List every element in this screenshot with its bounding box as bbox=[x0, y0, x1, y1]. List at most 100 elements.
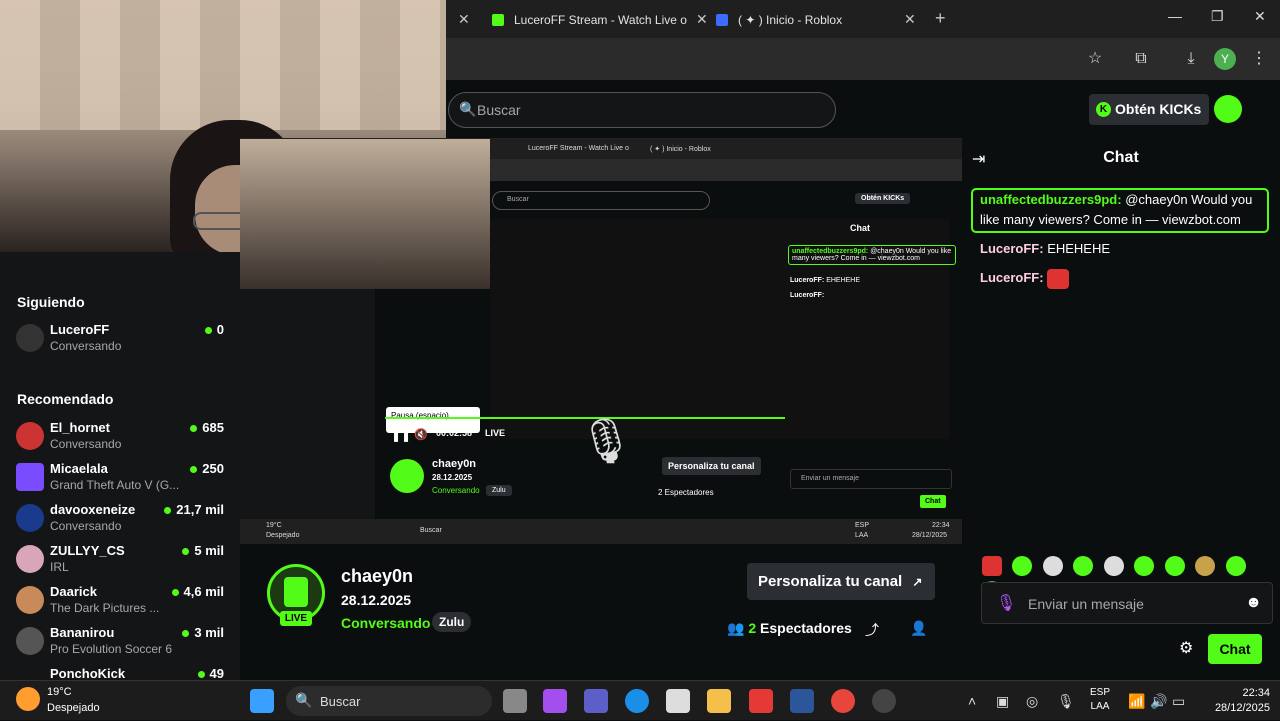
emote-icon[interactable] bbox=[1134, 556, 1155, 576]
chat-username[interactable]: LuceroFF: bbox=[980, 241, 1044, 256]
new-tab-button[interactable]: + bbox=[935, 8, 946, 29]
sidebar-item-zullyy-cs[interactable]: ZULLYY_CS IRL 5 mil bbox=[16, 543, 224, 583]
volume-icon[interactable]: 🔊 bbox=[1150, 693, 1167, 710]
close-icon[interactable]: ✕ bbox=[904, 11, 916, 28]
follow-icon[interactable]: 👤 bbox=[910, 620, 927, 637]
avatar[interactable] bbox=[1214, 95, 1242, 123]
emote-icon[interactable] bbox=[1042, 556, 1063, 576]
windows-start-icon[interactable] bbox=[250, 689, 274, 713]
settings-app-icon[interactable] bbox=[872, 689, 896, 713]
viewer-count: 49 bbox=[197, 666, 224, 680]
emote-icon[interactable] bbox=[1012, 556, 1033, 576]
stream-category[interactable]: Conversando bbox=[341, 615, 430, 631]
sidebar-item-micaelala[interactable]: Micaelala Grand Theft Auto V (G... 250 bbox=[16, 461, 224, 501]
customize-channel-button[interactable]: Personaliza tu canal ↗ bbox=[747, 563, 935, 600]
copilot-icon[interactable] bbox=[543, 689, 567, 713]
channel-name: Micaelala bbox=[50, 461, 108, 476]
search-input[interactable]: 🔍 Buscar bbox=[448, 92, 836, 128]
chat-message: unaffectedbuzzers9pd: @chaey0n Would you… bbox=[980, 190, 1270, 230]
sidebar-item-bananirou[interactable]: Bananirou Pro Evolution Soccer 6 3 mil bbox=[16, 625, 224, 665]
chat-text: EHEHEHE bbox=[1047, 241, 1111, 256]
star-icon[interactable]: ☆ bbox=[1084, 48, 1106, 70]
avatar bbox=[16, 586, 44, 614]
clock[interactable]: 22:34 28/12/2025 bbox=[1215, 686, 1270, 716]
windows-taskbar: 19°C Despejado 🔍 Buscar ˄ ▣ ◎ 🎙 ESP LAA … bbox=[0, 680, 1280, 720]
minimize-icon[interactable]: — bbox=[1168, 8, 1182, 24]
emoji-icon[interactable]: ☻ bbox=[1245, 594, 1262, 612]
external-link-icon: ↗ bbox=[912, 575, 923, 589]
sidebar-item-el-hornet[interactable]: El_hornet Conversando 685 bbox=[16, 420, 224, 460]
emote-icon[interactable] bbox=[1073, 556, 1094, 576]
chat-username[interactable]: unaffectedbuzzers9pd: bbox=[980, 192, 1122, 207]
chevron-up-icon[interactable]: ˄ bbox=[968, 693, 976, 709]
download-icon[interactable]: ⤓ bbox=[1180, 48, 1202, 70]
extensions-icon[interactable]: ⧉ bbox=[1130, 48, 1152, 70]
search-placeholder: Buscar bbox=[477, 102, 521, 118]
microphone-icon[interactable]: 🎙 bbox=[1057, 693, 1075, 710]
sidebar: Siguiendo LuceroFF Conversando 0 Recomen… bbox=[0, 252, 240, 680]
share-icon[interactable]: ⤴ bbox=[865, 620, 879, 640]
weather-desc: Despejado bbox=[47, 702, 100, 714]
profile-avatar[interactable]: Y bbox=[1214, 48, 1236, 70]
teams-icon[interactable] bbox=[584, 689, 608, 713]
language-indicator[interactable]: ESP LAA bbox=[1090, 686, 1110, 714]
tab-kick[interactable]: LuceroFF Stream - Watch Live o bbox=[492, 6, 687, 34]
edge-icon[interactable] bbox=[625, 689, 649, 713]
battery-icon[interactable]: ▭ bbox=[1172, 693, 1185, 710]
menu-icon[interactable]: ⋮ bbox=[1248, 48, 1270, 70]
store-icon[interactable] bbox=[666, 689, 690, 713]
nested-tag: Zulu bbox=[486, 485, 512, 496]
live-dot-icon bbox=[190, 466, 198, 474]
chat-title: Chat bbox=[1103, 149, 1139, 166]
sidebar-item-luceroff[interactable]: LuceroFF Conversando 0 bbox=[16, 322, 224, 362]
chat-message: LuceroFF: EHEHEHE bbox=[980, 239, 1270, 259]
task-view-icon[interactable] bbox=[503, 689, 527, 713]
microphone-icon[interactable]: 🎙 bbox=[996, 593, 1016, 613]
wifi-icon[interactable]: 📶 bbox=[1128, 693, 1145, 710]
nested-category: Conversando bbox=[432, 486, 480, 495]
wps-icon[interactable] bbox=[749, 689, 773, 713]
chat-username[interactable]: LuceroFF: bbox=[980, 270, 1044, 285]
sidebar-item-davooxeneize[interactable]: davooxeneize Conversando 21,7 mil bbox=[16, 502, 224, 542]
sync-icon[interactable]: ◎ bbox=[1026, 693, 1038, 710]
taskbar-search[interactable]: 🔍 Buscar bbox=[286, 686, 492, 716]
chrome-icon[interactable] bbox=[831, 689, 855, 713]
emote-icon[interactable] bbox=[1195, 556, 1216, 576]
nested-lang2: LAA bbox=[855, 532, 869, 539]
channel-name: LuceroFF bbox=[50, 322, 110, 337]
sidebar-item-ponchokick[interactable]: PonchoKick 49 bbox=[16, 666, 224, 680]
stream-tag[interactable]: Zulu bbox=[432, 612, 472, 632]
chat-panel: ⇥ Chat unaffectedbuzzers9pd: @chaey0n Wo… bbox=[962, 138, 1280, 680]
chat-send-button[interactable]: Chat bbox=[1208, 634, 1262, 664]
maximize-icon[interactable]: ❐ bbox=[1211, 8, 1224, 25]
emote-icon[interactable] bbox=[1225, 556, 1246, 576]
browser-tab-bar: ✕ LuceroFF Stream - Watch Live o ✕ ( ✦ )… bbox=[446, 0, 1280, 38]
get-kicks-button[interactable]: K Obtén KICKs bbox=[1089, 94, 1209, 125]
sidebar-item-daarick[interactable]: Daarick The Dark Pictures ... 4,6 mil bbox=[16, 584, 224, 624]
weather-widget[interactable]: 19°C Despejado bbox=[16, 685, 136, 717]
channel-category: Conversando bbox=[50, 339, 122, 353]
tray-app-icon[interactable]: ▣ bbox=[996, 693, 1009, 710]
emote-icon[interactable] bbox=[982, 556, 1002, 576]
nested-channel-name: chaey0n bbox=[432, 458, 477, 470]
mute-icon[interactable]: 🔇 bbox=[414, 428, 428, 441]
weather-icon bbox=[16, 687, 40, 711]
emote-icon[interactable] bbox=[1103, 556, 1124, 576]
chat-input[interactable]: 🎙 Enviar un mensaje ☻ bbox=[981, 582, 1273, 624]
video-player[interactable]: LuceroFF Stream - Watch Live o ( ✦ ) Ini… bbox=[240, 138, 962, 544]
word-icon[interactable] bbox=[790, 689, 814, 713]
tab-roblox[interactable]: ( ✦ ) Inicio - Roblox bbox=[716, 6, 842, 34]
folder-icon[interactable] bbox=[707, 689, 731, 713]
nested-kicks: Obtén KICKs bbox=[855, 193, 911, 204]
avatar bbox=[16, 463, 44, 491]
emote-icon[interactable] bbox=[1164, 556, 1185, 576]
browser-toolbar: ☆ ⧉ ⤓ Y ⋮ bbox=[446, 38, 1280, 80]
close-icon[interactable]: ✕ bbox=[458, 11, 470, 28]
emote-bar bbox=[982, 556, 1274, 601]
kicks-label: Obtén KICKs bbox=[1115, 101, 1202, 117]
window-close-icon[interactable]: ✕ bbox=[1254, 8, 1266, 25]
close-icon[interactable]: ✕ bbox=[696, 11, 708, 28]
pause-icon[interactable]: ❚❚ bbox=[391, 428, 411, 442]
channel-name[interactable]: chaey0n bbox=[341, 566, 413, 587]
gear-icon[interactable]: ⚙ bbox=[1179, 638, 1193, 658]
